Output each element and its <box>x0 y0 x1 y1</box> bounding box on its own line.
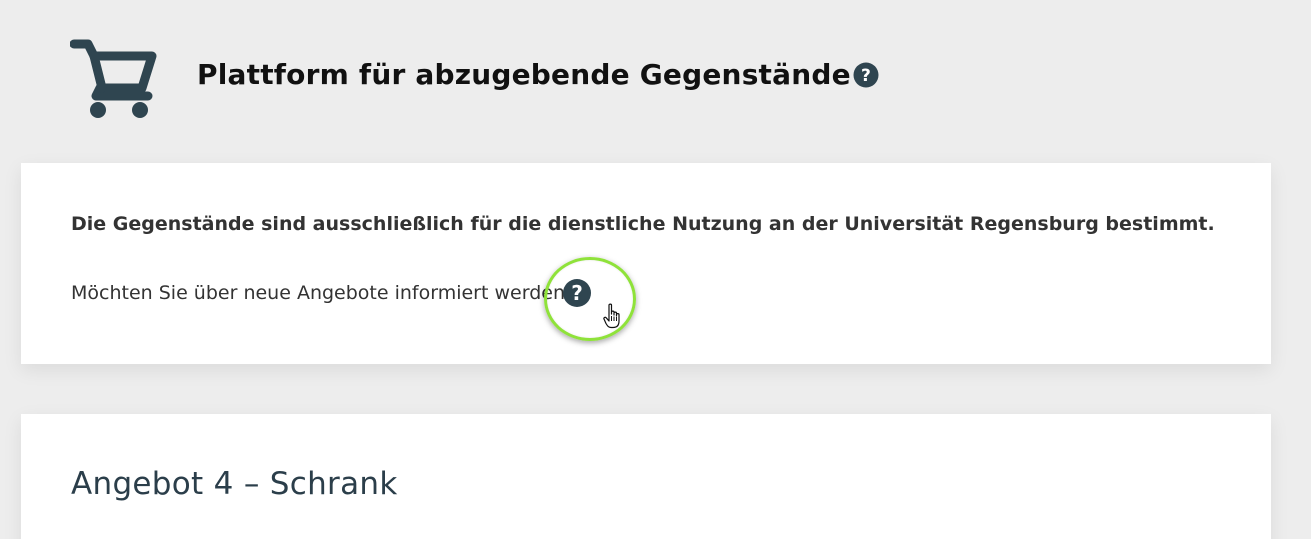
subscribe-text: Möchten Sie über neue Angebote informier… <box>71 282 565 304</box>
subscribe-help-button[interactable]: ? <box>562 278 592 308</box>
svg-text:?: ? <box>861 66 871 86</box>
info-card: Die Gegenstände sind ausschließlich für … <box>21 163 1271 364</box>
page-header: Plattform für abzugebende Gegenstände ? <box>0 0 1311 150</box>
page-title-text: Plattform für abzugebende Gegenstände <box>197 58 851 91</box>
svg-text:?: ? <box>571 281 583 305</box>
offer-title: Angebot 4 – Schrank <box>71 466 398 502</box>
page: Plattform für abzugebende Gegenstände ? … <box>0 0 1311 539</box>
subscribe-prompt: Möchten Sie über neue Angebote informier… <box>71 278 592 308</box>
hand-pointer-cursor-icon <box>603 303 620 329</box>
question-circle-icon: ? <box>562 279 591 307</box>
question-circle-icon[interactable]: ? <box>853 62 879 88</box>
offer-card: Angebot 4 – Schrank <box>21 414 1271 539</box>
shopping-cart-icon <box>70 39 157 118</box>
usage-notice: Die Gegenstände sind ausschließlich für … <box>71 213 1215 235</box>
page-title: Plattform für abzugebende Gegenstände ? <box>197 58 879 91</box>
